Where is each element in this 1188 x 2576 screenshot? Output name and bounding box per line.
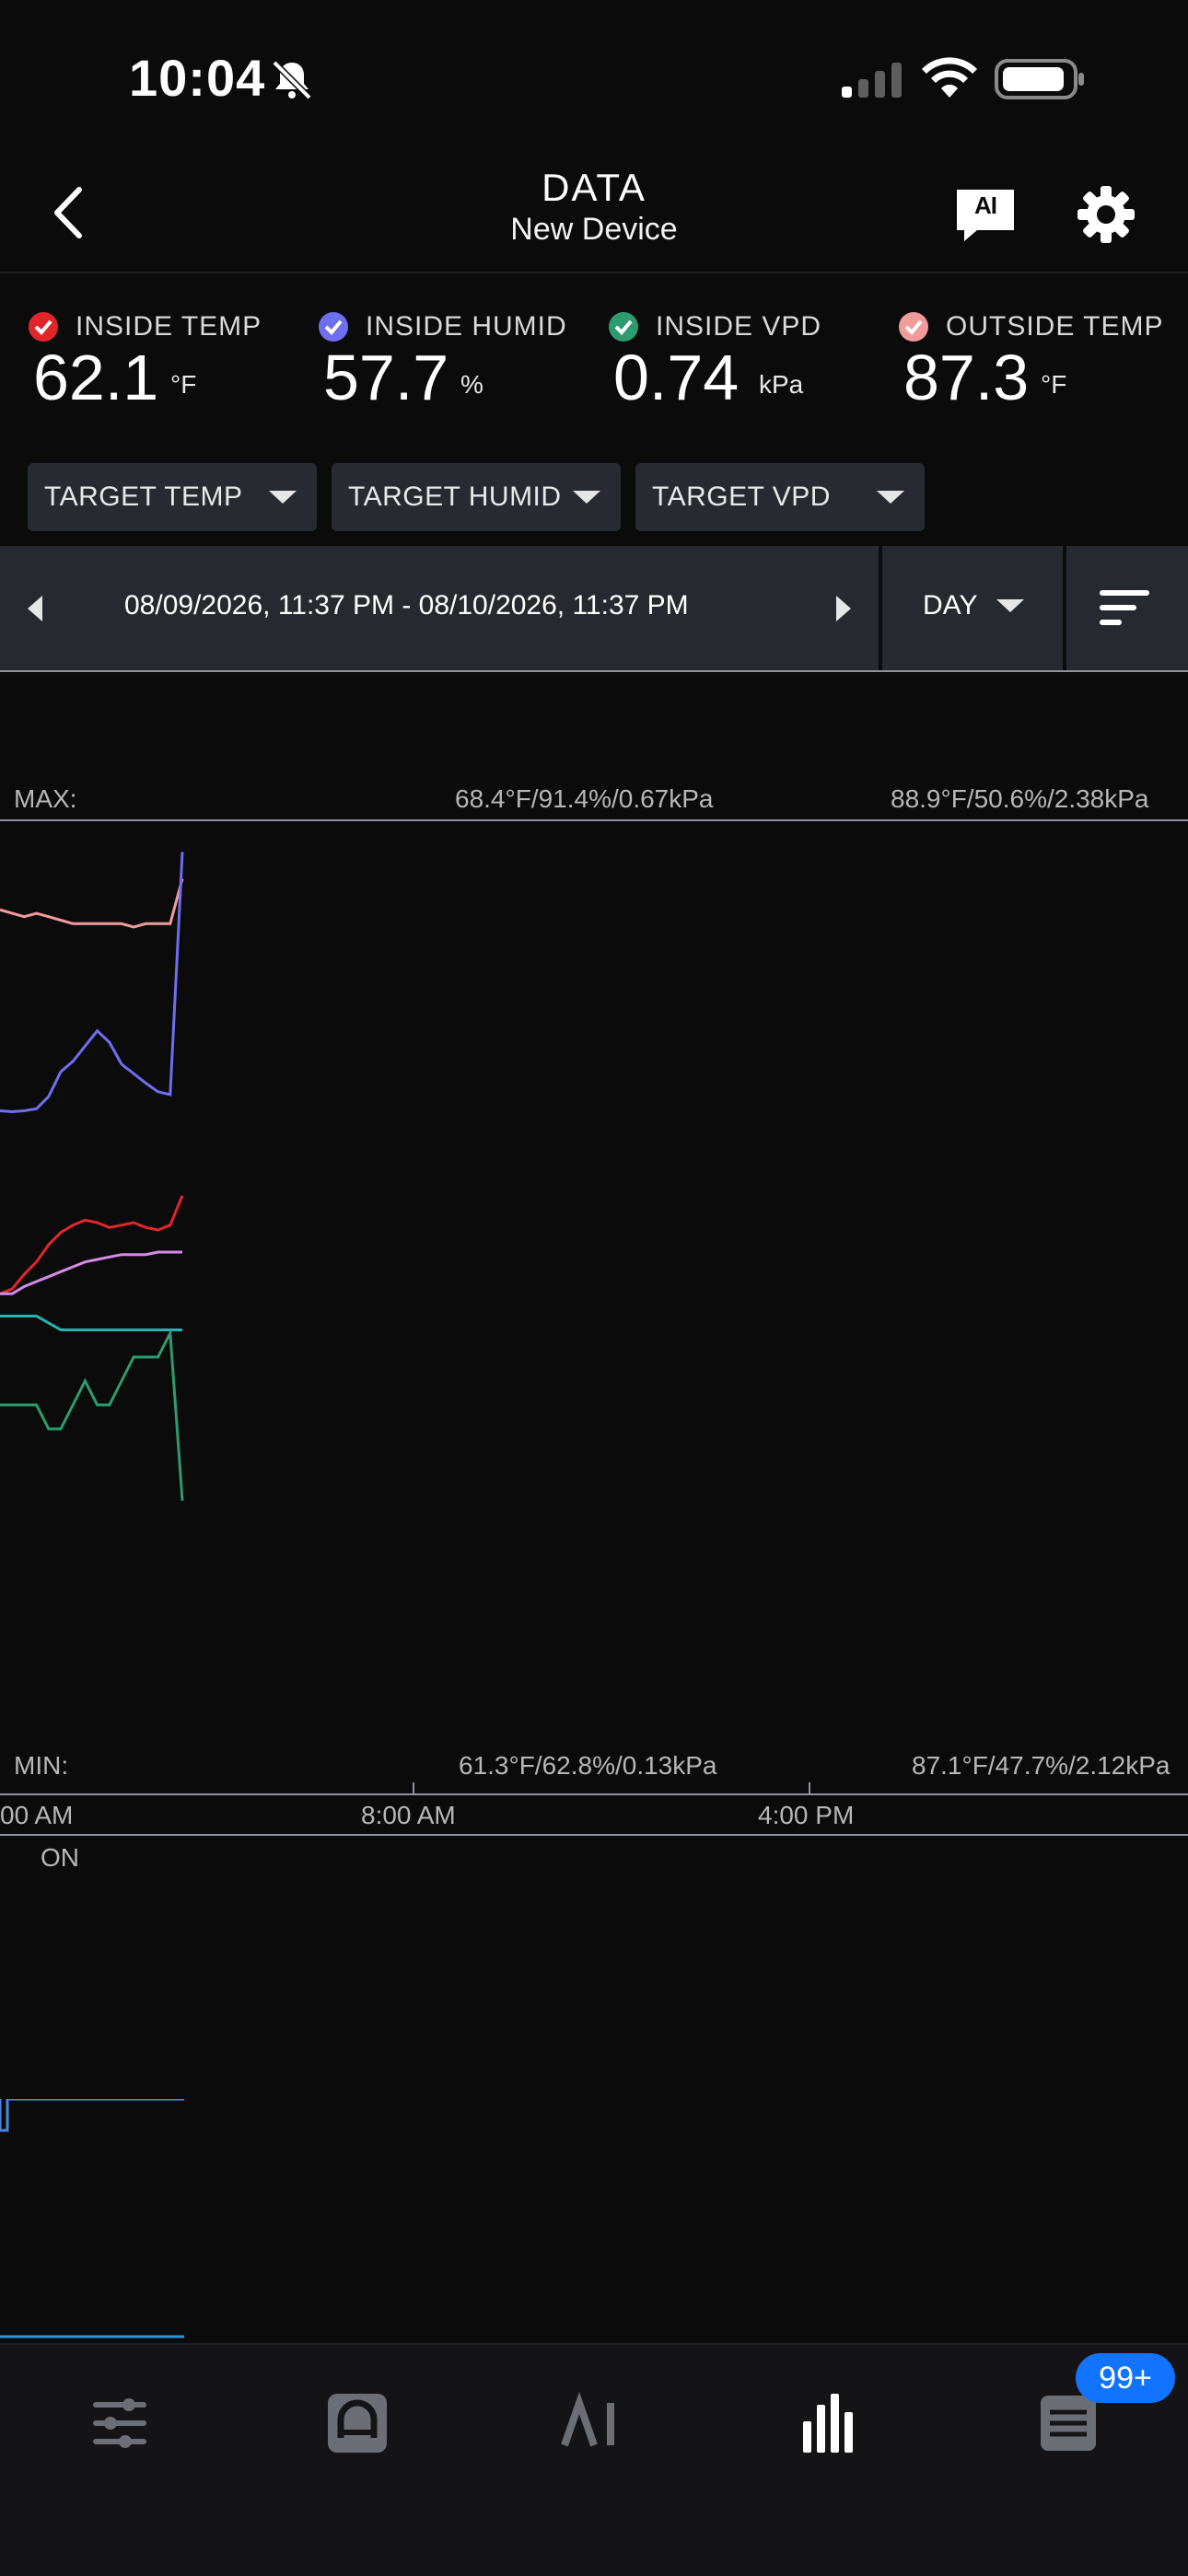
next-arrow-icon[interactable] <box>831 590 858 627</box>
device-state-chart <box>0 2099 184 2338</box>
caret-down-icon <box>877 491 904 504</box>
time-tick-label: 8:00 AM <box>361 1801 456 1829</box>
date-range-label[interactable]: 08/09/2026, 11:37 PM - 08/10/2026, 11:37… <box>124 590 689 621</box>
metric-label: INSIDE TEMP <box>76 311 262 342</box>
target-humid-dropdown[interactable]: TARGET HUMID <box>332 463 621 531</box>
check-icon <box>29 312 58 342</box>
period-dropdown[interactable]: DAY <box>882 546 1063 670</box>
dropdown-label: TARGET VPD <box>652 482 831 512</box>
period-label: DAY <box>923 590 978 621</box>
caret-down-icon <box>573 491 600 504</box>
state-line-1 <box>0 2099 184 2132</box>
ai-chat-button[interactable]: AI <box>953 186 1018 245</box>
metric-value: 62.1 <box>33 342 159 413</box>
check-icon <box>899 312 928 342</box>
caret-down-icon <box>269 491 297 504</box>
series-line-inside-temp <box>0 1195 184 1295</box>
series-line-outside-humid <box>0 1315 182 1331</box>
target-vpd-dropdown[interactable]: TARGET VPD <box>635 463 925 531</box>
status-time: 10:04 <box>129 49 266 107</box>
settings-gear-icon[interactable] <box>1074 182 1138 247</box>
max-label: MAX: <box>14 784 77 813</box>
dropdown-label: TARGET HUMID <box>348 482 562 512</box>
metric-outside-temp[interactable]: OUTSIDE TEMP 87.3 °F <box>898 304 1188 424</box>
metric-unit: °F <box>1041 370 1067 399</box>
metric-label: INSIDE HUMID <box>366 311 567 342</box>
metric-inside-temp[interactable]: INSIDE TEMP 62.1 °F <box>28 304 322 424</box>
metric-inside-vpd[interactable]: INSIDE VPD 0.74 kPa <box>608 304 903 424</box>
target-temp-dropdown[interactable]: TARGET TEMP <box>28 463 317 531</box>
bottom-nav <box>0 2343 1188 2576</box>
notification-badge[interactable]: 99+ <box>1076 2353 1175 2403</box>
prev-arrow-icon[interactable] <box>20 590 48 627</box>
nav-ai-icon[interactable] <box>557 2386 631 2460</box>
min-outside-values: 87.1°F/47.7%/2.12kPa <box>912 1751 1171 1780</box>
nav-data-icon[interactable] <box>794 2386 868 2460</box>
signal-icon <box>842 63 902 98</box>
check-icon <box>319 312 348 342</box>
metric-value: 0.74 <box>613 342 740 413</box>
check-icon <box>609 312 638 342</box>
tick-mark <box>413 1782 414 1793</box>
metric-value: 57.7 <box>323 342 449 413</box>
header: DATA New Device AI <box>0 157 1188 273</box>
metric-unit: % <box>460 370 483 399</box>
nav-device-icon[interactable] <box>320 2386 394 2460</box>
min-inside-values: 61.3°F/62.8%/0.13kPa <box>459 1751 717 1780</box>
chart-area: MAX: 68.4°F/91.4%/0.67kPa 88.9°F/50.6%/2… <box>0 672 1188 1836</box>
bell-muted-icon <box>272 60 312 100</box>
nav-controls-icon[interactable] <box>83 2386 157 2460</box>
time-tick-label: 4:00 PM <box>758 1801 855 1829</box>
max-outside-values: 88.9°F/50.6%/2.38kPa <box>891 784 1149 813</box>
wifi-icon <box>922 57 977 98</box>
device-state-label: ON <box>41 1843 79 1872</box>
date-range-bar: 08/09/2026, 11:37 PM - 08/10/2026, 11:37… <box>0 546 1188 670</box>
series-line-inside-humid <box>0 852 184 1114</box>
max-inside-values: 68.4°F/91.4%/0.67kPa <box>455 784 714 813</box>
dropdown-label: TARGET TEMP <box>44 482 243 512</box>
metric-unit: kPa <box>759 370 804 399</box>
status-bar: 10:04 <box>0 0 1188 157</box>
sort-filter-icon[interactable] <box>1098 586 1153 631</box>
time-tick-label: 00 AM <box>0 1801 74 1829</box>
divider <box>1063 546 1066 670</box>
min-label: MIN: <box>14 1751 69 1780</box>
metric-value: 87.3 <box>903 342 1030 413</box>
metric-unit: °F <box>170 370 197 399</box>
time-axis-top <box>0 1793 1188 1795</box>
caret-down-icon <box>996 599 1024 612</box>
metric-label: OUTSIDE TEMP <box>946 311 1164 342</box>
metric-inside-humid[interactable]: INSIDE HUMID 57.7 % <box>318 304 612 424</box>
line-chart[interactable] <box>0 821 1188 1742</box>
metric-label: INSIDE VPD <box>656 311 822 342</box>
tick-mark <box>809 1782 810 1793</box>
series-line-inside-vpd <box>0 1328 184 1502</box>
ai-chat-label: AI <box>974 191 997 219</box>
series-line-outside-temp <box>0 878 184 929</box>
time-axis-bottom <box>0 1834 1188 1836</box>
battery-icon <box>995 59 1084 99</box>
